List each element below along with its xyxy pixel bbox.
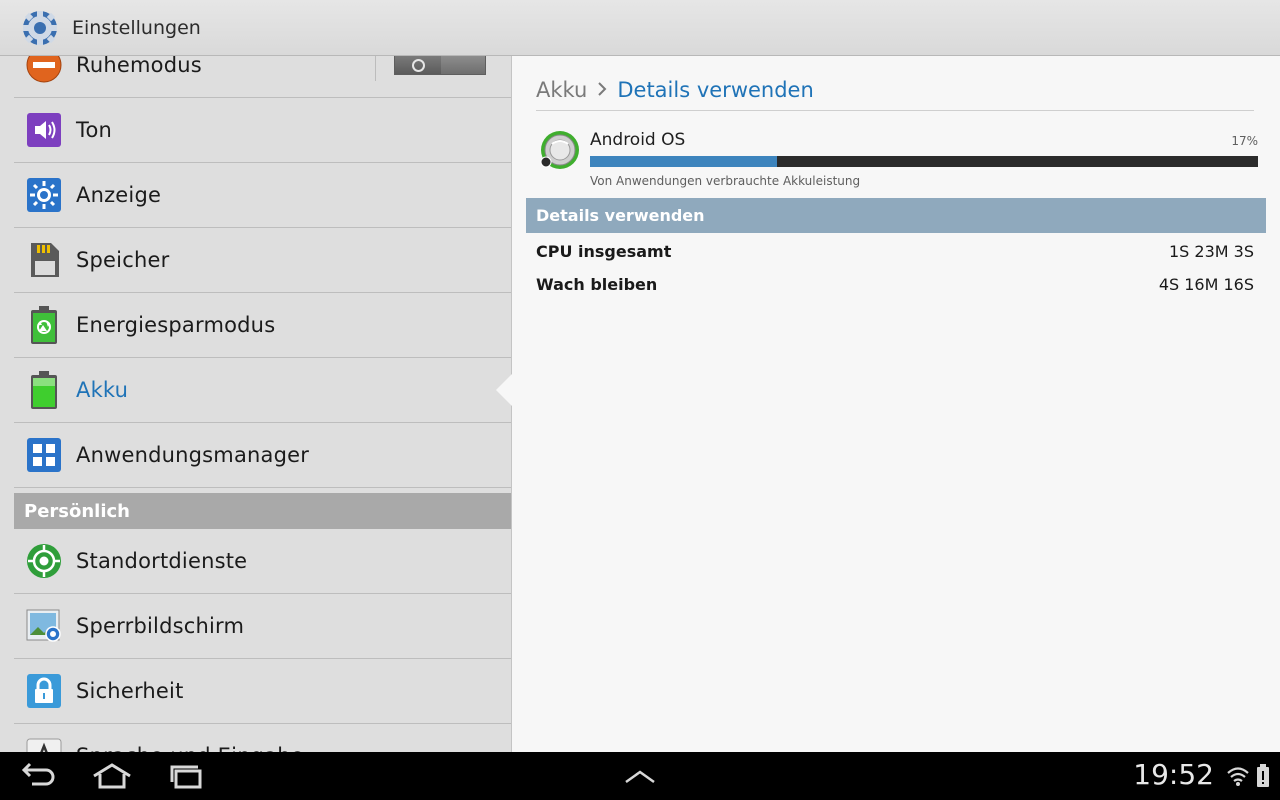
sidebar-item-label: Sperrbildschirm <box>76 614 245 638</box>
app-usage-bar-fill <box>590 156 778 167</box>
sidebar-item-label: Anzeige <box>76 183 162 207</box>
block-icon <box>24 56 64 85</box>
wifi-icon <box>1227 767 1249 786</box>
expand-tray-button[interactable] <box>616 760 664 792</box>
lockscreen-icon <box>24 606 64 646</box>
back-button[interactable] <box>14 760 62 792</box>
app-name: Android OS <box>590 130 686 150</box>
home-icon <box>93 763 131 789</box>
recent-apps-button[interactable] <box>162 760 210 792</box>
sidebar-item-standortdienste[interactable]: Standortdienste <box>14 529 511 594</box>
status-clock: 19:52 <box>1133 758 1214 791</box>
detail-value: 4S 16M 16S <box>1158 274 1254 294</box>
system-navigation-bar: 19:52 <box>0 752 1280 800</box>
sd-card-icon <box>24 240 64 280</box>
sidebar-item-akku[interactable]: Akku <box>14 358 511 423</box>
grid-icon <box>24 435 64 475</box>
action-bar: Einstellungen <box>0 0 1280 56</box>
sidebar-item-label: Anwendungsmanager <box>76 443 310 467</box>
details-section-header: Details verwenden <box>526 198 1266 233</box>
app-title: Einstellungen <box>72 16 201 39</box>
location-icon <box>24 541 64 581</box>
recent-apps-icon <box>170 765 202 789</box>
sidebar-item-sprache[interactable]: Sprache und Eingabe <box>14 724 511 752</box>
sidebar-item-label: Sicherheit <box>76 679 184 703</box>
battery-warning-icon <box>1257 764 1269 787</box>
app-usage-entry: Android OS 17% Von Anwendungen verbrauch… <box>536 126 1258 196</box>
sidebar-item-label: Standortdienste <box>76 549 248 573</box>
detail-pane: Akku Details verwenden Android OS 17% Vo… <box>512 56 1280 752</box>
detail-key: CPU insgesamt <box>536 241 672 261</box>
sidebar-item-label: Akku <box>76 378 129 402</box>
settings-list[interactable]: Ruhemodus Ton Anzeige Speicher Energiesp… <box>0 56 512 752</box>
lock-icon <box>24 671 64 711</box>
sidebar-item-label: Sprache und Eingabe <box>76 744 304 752</box>
sidebar-item-sperrbildschirm[interactable]: Sperrbildschirm <box>14 594 511 659</box>
sidebar-item-label: Speicher <box>76 248 170 272</box>
chevron-right-icon <box>597 80 607 101</box>
recycle-battery-icon <box>24 305 64 345</box>
sidebar-item-anwendungsmanager[interactable]: Anwendungsmanager <box>14 423 511 488</box>
breadcrumb-parent[interactable]: Akku <box>536 78 587 102</box>
chevron-up-icon <box>625 770 655 784</box>
breadcrumb-current: Details verwenden <box>617 78 814 102</box>
breadcrumb-divider <box>536 110 1254 111</box>
home-button[interactable] <box>88 760 136 792</box>
sidebar-item-ton[interactable]: Ton <box>14 98 511 163</box>
volume-icon <box>24 110 64 150</box>
app-usage-bar <box>590 156 1258 167</box>
settings-gear-icon[interactable] <box>20 8 60 48</box>
app-usage-subtitle: Von Anwendungen verbrauchte Akkuleistung <box>590 174 861 188</box>
sidebar-item-energiesparmodus[interactable]: Energiesparmodus <box>14 293 511 358</box>
detail-key: Wach bleiben <box>536 274 658 294</box>
ruhemodus-toggle[interactable] <box>375 56 486 81</box>
sidebar-item-label: Ruhemodus <box>76 56 202 77</box>
detail-value: 1S 23M 3S <box>1168 241 1254 261</box>
android-os-icon <box>540 131 579 169</box>
battery-icon <box>24 370 64 410</box>
language-icon <box>24 736 64 752</box>
sidebar-item-anzeige[interactable]: Anzeige <box>14 163 511 228</box>
section-header-persoenlich: Persönlich <box>14 493 511 529</box>
sidebar-item-label: Energiesparmodus <box>76 313 276 337</box>
sidebar-item-ruhemodus[interactable]: Ruhemodus <box>14 56 511 98</box>
selection-notch <box>496 374 512 406</box>
breadcrumb: Akku Details verwenden <box>536 78 814 102</box>
sidebar-item-sicherheit[interactable]: Sicherheit <box>14 659 511 724</box>
detail-row-cpu: CPU insgesamt 1S 23M 3S <box>536 236 1254 266</box>
back-icon <box>21 762 55 786</box>
sidebar-item-label: Ton <box>76 118 113 142</box>
sidebar-item-speicher[interactable]: Speicher <box>14 228 511 293</box>
app-usage-percent: 17% <box>1231 134 1258 148</box>
brightness-icon <box>24 175 64 215</box>
detail-row-wake: Wach bleiben 4S 16M 16S <box>536 269 1254 299</box>
